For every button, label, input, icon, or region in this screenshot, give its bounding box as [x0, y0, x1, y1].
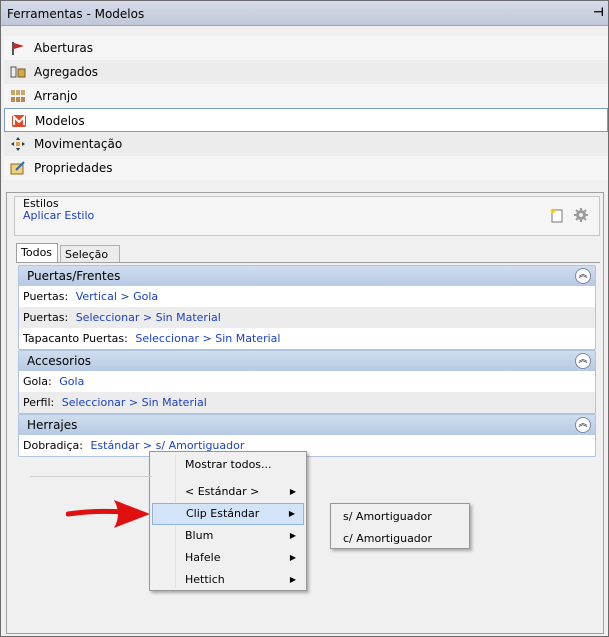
collapse-icon[interactable]: ︽ — [575, 268, 591, 284]
property-value-link[interactable]: Gola — [59, 375, 84, 388]
gear-icon[interactable] — [573, 207, 589, 223]
submenu-item-label: s/ Amortiguador — [343, 510, 432, 523]
nav-item-agregados[interactable]: Agregados — [4, 60, 608, 84]
menu-item-label: Hettich — [185, 573, 225, 586]
property-value-link[interactable]: Vertical > Gola — [76, 290, 158, 303]
group-title: Puertas/Frentes — [27, 269, 121, 283]
menu-item-hafele[interactable]: Hafele ▶ — [152, 547, 304, 569]
group-accesorios: Accesorios ︽ Gola: Gola Perfil: Seleccio… — [18, 350, 596, 414]
group-header[interactable]: Puertas/Frentes ︽ — [19, 266, 595, 286]
styles-box: Estilos Aplicar Estilo — [14, 196, 600, 236]
menu-item-label: Blum — [185, 529, 214, 542]
menu-item-label: Mostrar todos... — [185, 458, 272, 471]
nav-item-label: Modelos — [35, 114, 85, 128]
pin-icon[interactable]: ⊣ — [593, 5, 604, 19]
submenu-arrow-icon: ▶ — [289, 575, 296, 584]
submenu-item-s-amortiguador[interactable]: s/ Amortiguador — [333, 506, 467, 528]
red-arrow-annotation-icon — [66, 500, 150, 528]
property-row: Gola: Gola — [19, 371, 595, 392]
agregados-icon — [10, 66, 26, 78]
nav-item-movimentacao[interactable]: Movimentação — [4, 132, 608, 156]
propriedades-icon — [10, 161, 25, 175]
menu-item-label: Clip Estándar — [186, 507, 260, 520]
nav-item-label: Agregados — [34, 65, 99, 79]
window-title: Ferramentas - Modelos — [7, 7, 145, 21]
property-label: Perfil: — [23, 396, 55, 409]
property-value-link[interactable]: Seleccionar > Sin Material — [76, 311, 221, 324]
submenu-arrow-icon: ▶ — [288, 509, 295, 518]
group-header[interactable]: Herrajes ︽ — [19, 415, 595, 435]
collapse-icon[interactable]: ︽ — [575, 417, 591, 433]
property-row: Tapacanto Puertas: Seleccionar > Sin Mat… — [19, 328, 595, 349]
tab-selecao[interactable]: Seleção — [60, 245, 120, 263]
property-row: Puertas: Vertical > Gola — [19, 286, 595, 307]
property-label: Puertas: — [23, 311, 69, 324]
aberturas-icon — [12, 42, 24, 55]
nav-item-aberturas[interactable]: Aberturas — [4, 36, 608, 60]
submenu-item-c-amortiguador[interactable]: c/ Amortiguador — [333, 528, 467, 550]
menu-item-hettich[interactable]: Hettich ▶ — [152, 569, 304, 591]
group-puertas-frentes: Puertas/Frentes ︽ Puertas: Vertical > Go… — [18, 265, 596, 350]
nav-item-label: Movimentação — [34, 137, 123, 151]
submenu-arrow-icon: ▶ — [289, 531, 296, 540]
context-menu: Mostrar todos... < Estándar > ▶ Clip Est… — [149, 451, 307, 591]
new-style-icon[interactable] — [549, 207, 565, 223]
submenu-arrow-icon: ▶ — [289, 487, 296, 496]
property-label: Tapacanto Puertas: — [23, 332, 128, 345]
movimentacao-icon — [11, 137, 25, 151]
property-value-link[interactable]: Seleccionar > Sin Material — [62, 396, 207, 409]
property-row: Perfil: Seleccionar > Sin Material — [19, 392, 595, 413]
nav-item-label: Aberturas — [34, 41, 93, 55]
group-herrajes: Herrajes ︽ Dobradiça: Estándar > s/ Amor… — [18, 414, 596, 457]
arranjo-icon — [11, 90, 25, 102]
group-title: Herrajes — [27, 418, 78, 432]
submenu-clip-estandar: s/ Amortiguador c/ Amortiguador — [330, 503, 470, 549]
title-bar: Ferramentas - Modelos ⊣ — [1, 1, 608, 26]
submenu-item-label: c/ Amortiguador — [343, 532, 433, 545]
property-label: Puertas: — [23, 290, 69, 303]
menu-item-estandar[interactable]: < Estándar > ▶ — [152, 481, 304, 503]
property-value-link[interactable]: Seleccionar > Sin Material — [135, 332, 280, 345]
menu-item-mostrar-todos[interactable]: Mostrar todos... — [152, 454, 304, 476]
group-title: Accesorios — [27, 354, 92, 368]
menu-item-blum[interactable]: Blum ▶ — [152, 525, 304, 547]
modelos-icon — [12, 114, 26, 127]
nav-item-propriedades[interactable]: Propriedades — [4, 156, 608, 180]
apply-style-link[interactable]: Aplicar Estilo — [23, 209, 94, 222]
group-header[interactable]: Accesorios ︽ — [19, 351, 595, 371]
menu-separator — [30, 476, 152, 477]
menu-item-label: Hafele — [185, 551, 221, 564]
tab-todos[interactable]: Todos — [16, 243, 58, 263]
nav-item-label: Arranjo — [34, 89, 78, 103]
nav-item-label: Propriedades — [34, 161, 113, 175]
property-label: Gola: — [23, 375, 52, 388]
menu-item-label: < Estándar > — [185, 485, 260, 498]
property-row: Puertas: Seleccionar > Sin Material — [19, 307, 595, 328]
property-label: Dobradiça: — [23, 439, 83, 452]
nav-item-modelos[interactable]: Modelos — [4, 108, 608, 132]
collapse-icon[interactable]: ︽ — [575, 353, 591, 369]
property-row: Dobradiça: Estándar > s/ Amortiguador — [19, 435, 595, 456]
nav-item-arranjo[interactable]: Arranjo — [4, 84, 608, 108]
submenu-arrow-icon: ▶ — [289, 553, 296, 562]
tool-category-list: Aberturas Agregados Arranjo Modelos Movi… — [4, 36, 608, 180]
menu-item-clip-estandar[interactable]: Clip Estándar ▶ — [152, 503, 304, 525]
